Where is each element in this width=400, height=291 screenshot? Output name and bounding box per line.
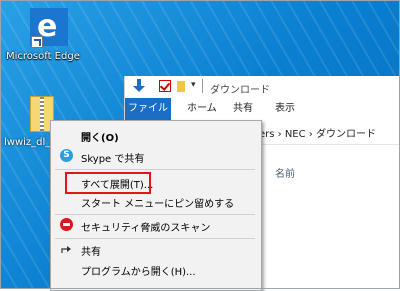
screenshot-border	[0, 0, 400, 289]
